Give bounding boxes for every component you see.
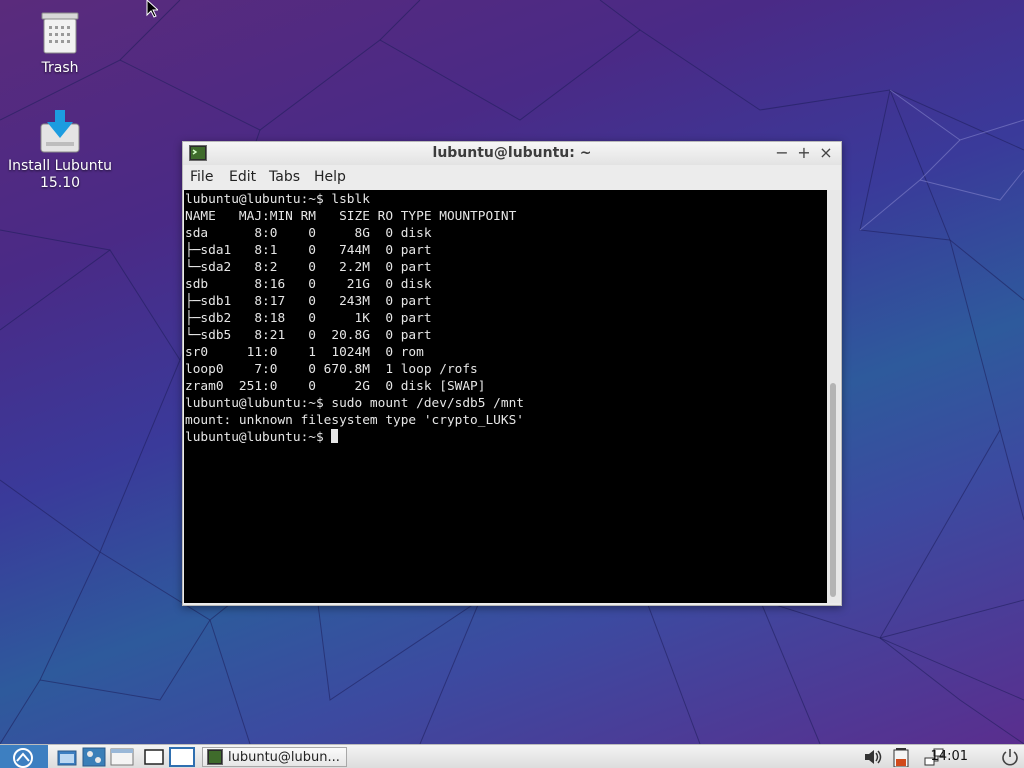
terminal-line: zram0 251:0 0 2G 0 disk [SWAP] — [185, 379, 486, 394]
minimize-icon: − — [775, 143, 789, 162]
clock[interactable]: 14:01 — [931, 749, 968, 764]
terminal-line: lubuntu@lubuntu:~$ sudo mount /dev/sdb5 … — [185, 396, 524, 411]
terminal-window[interactable]: lubuntu@lubuntu: ~ − + × File Edit Tabs … — [182, 141, 842, 606]
settings-launcher[interactable] — [82, 747, 106, 767]
terminal-line: lubuntu@lubuntu:~$ lsblk — [185, 192, 370, 207]
mouse-pointer — [146, 0, 160, 22]
window-icon — [110, 748, 134, 766]
menu-file[interactable]: File — [190, 169, 213, 185]
menu-bar: File Edit Tabs Help — [183, 165, 841, 190]
battery-icon — [893, 748, 909, 768]
desktop-2-button[interactable] — [169, 747, 195, 767]
taskbar-terminal-label: lubuntu@lubun... — [228, 750, 340, 765]
window-title: lubuntu@lubuntu: ~ — [432, 145, 592, 161]
file-manager-icon — [57, 750, 77, 766]
title-bar[interactable]: lubuntu@lubuntu: ~ − + × — [183, 142, 841, 165]
volume-button[interactable] — [862, 747, 884, 767]
workspace-2-icon — [169, 747, 195, 767]
installer-icon — [38, 110, 82, 154]
cursor-arrow-icon — [146, 0, 160, 18]
taskbar: lubuntu@lubun... 14:01 — [0, 744, 1024, 768]
trash-label: Trash — [41, 60, 79, 76]
power-button[interactable] — [1000, 747, 1020, 767]
terminal-line: └─sda2 8:2 0 2.2M 0 part — [185, 260, 432, 275]
menu-help[interactable]: Help — [314, 169, 346, 185]
battery-button[interactable] — [891, 747, 911, 768]
terminal-line: └─sdb5 8:21 0 20.8G 0 part — [185, 328, 432, 343]
menu-tabs[interactable]: Tabs — [269, 169, 300, 185]
terminal-line: ├─sdb2 8:18 0 1K 0 part — [185, 311, 432, 326]
close-button[interactable]: × — [816, 143, 836, 163]
minimize-button[interactable]: − — [772, 143, 792, 163]
power-icon — [1002, 749, 1018, 766]
maximize-icon: + — [797, 143, 811, 162]
volume-icon — [865, 750, 882, 764]
start-menu-button[interactable] — [0, 745, 48, 768]
terminal-line: mount: unknown filesystem type 'crypto_L… — [185, 413, 524, 428]
terminal-task-icon — [207, 749, 223, 765]
terminal-line: sdb 8:16 0 21G 0 disk — [185, 277, 432, 292]
scrollbar-thumb[interactable] — [830, 383, 836, 597]
menu-edit[interactable]: Edit — [229, 169, 256, 185]
terminal-output[interactable]: lubuntu@lubuntu:~$ lsblk NAME MAJ:MIN RM… — [184, 190, 827, 603]
close-icon: × — [819, 143, 833, 162]
trash-desktop-icon[interactable]: Trash — [5, 12, 115, 77]
file-manager-launcher[interactable] — [56, 747, 78, 767]
install-lubuntu-label: Install Lubuntu 15.10 — [7, 158, 112, 191]
trash-icon — [38, 12, 82, 56]
lubuntu-logo-icon — [13, 748, 33, 768]
install-lubuntu-desktop-icon[interactable]: Install Lubuntu 15.10 — [5, 110, 115, 192]
terminal-line: NAME MAJ:MIN RM SIZE RO TYPE MOUNTPOINT — [185, 209, 517, 224]
terminal-line: ├─sda1 8:1 0 744M 0 part — [185, 243, 432, 258]
terminal-line: sr0 11:0 1 1024M 0 rom — [185, 345, 424, 360]
taskbar-terminal-button[interactable]: lubuntu@lubun... — [202, 747, 347, 767]
control-panel-icon — [82, 747, 106, 767]
desktop-1-button[interactable] — [143, 747, 165, 767]
terminal-line: ├─sdb1 8:17 0 243M 0 part — [185, 294, 432, 309]
terminal-line: sda 8:0 0 8G 0 disk — [185, 226, 432, 241]
vertical-scrollbar[interactable] — [827, 190, 840, 603]
maximize-button[interactable]: + — [794, 143, 814, 163]
browser-launcher[interactable] — [110, 747, 134, 767]
terminal-prompt: lubuntu@lubuntu:~$ — [185, 430, 332, 445]
text-cursor — [331, 429, 339, 443]
terminal-line: loop0 7:0 0 670.8M 1 loop /rofs — [185, 362, 478, 377]
workspace-1-icon — [144, 749, 164, 765]
